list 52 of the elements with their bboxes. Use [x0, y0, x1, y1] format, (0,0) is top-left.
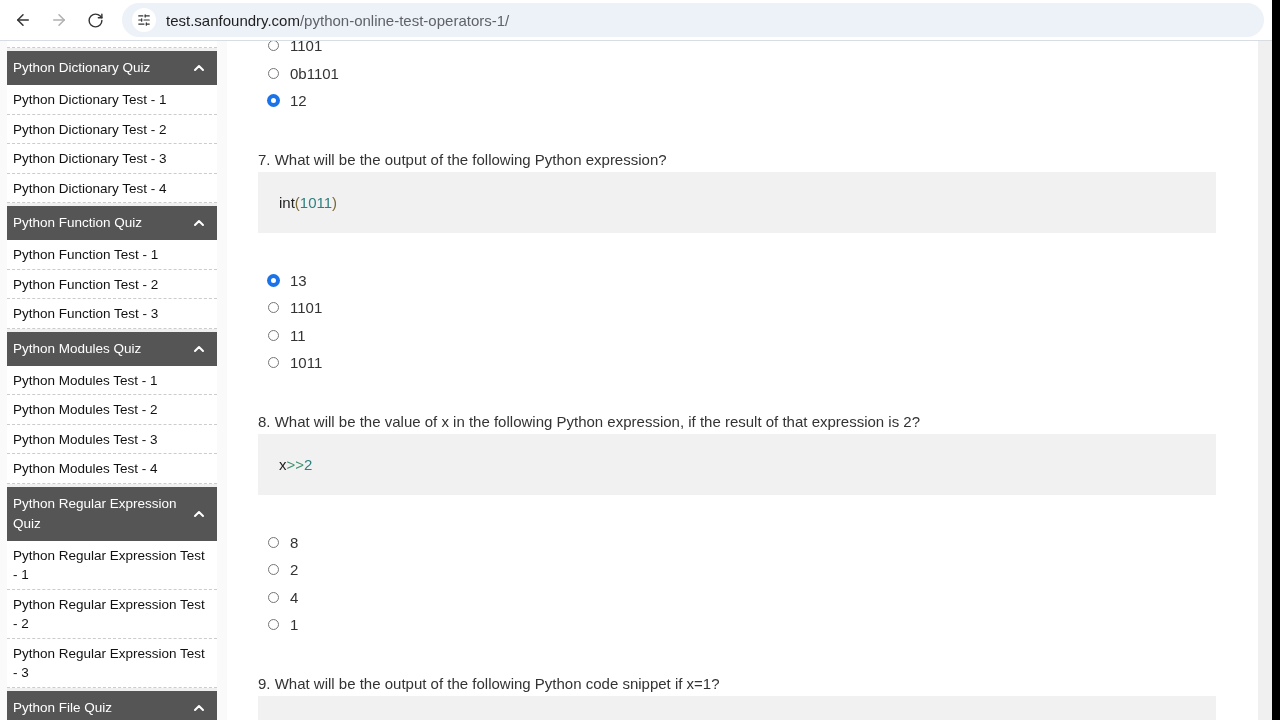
question-text: 9. What will be the output of the following Python code snippet if x=1? — [258, 673, 721, 694]
code-text: int(1011) — [279, 193, 338, 211]
site-settings-button[interactable] — [132, 8, 156, 32]
radio-button[interactable] — [268, 302, 279, 314]
sidebar-item[interactable]: Python Dictionary Test - 3 — [7, 144, 217, 174]
radio-button[interactable] — [268, 95, 279, 107]
url-text: test.sanfoundry.com/python-online-test-operators-1/ — [166, 11, 510, 29]
radio-button[interactable] — [268, 329, 279, 341]
answer-option[interactable]: 1011 — [268, 352, 1206, 374]
sidebar-item[interactable]: Python Modules Test - 3 — [7, 424, 217, 454]
reload-icon — [86, 11, 104, 29]
radio-button[interactable] — [268, 619, 279, 631]
answer-option[interactable]: 4 — [268, 586, 1206, 608]
address-bar[interactable]: test.sanfoundry.com/python-online-test-operators-1/ — [122, 3, 1264, 37]
radio-button[interactable] — [268, 274, 279, 286]
sidebar-item[interactable]: Python Regular Expression Test - 2 — [7, 589, 217, 639]
answer-option[interactable]: 1101 — [268, 297, 1206, 319]
radio-button[interactable] — [268, 564, 279, 576]
forward-arrow-icon — [50, 11, 68, 29]
sidebar-item[interactable]: Python Regular Expression Test - 1 — [7, 540, 217, 590]
answer-option[interactable]: 12 — [268, 90, 1206, 112]
answer-option[interactable]: 1 — [268, 614, 1206, 636]
sidebar-group-header[interactable]: Python Function Quiz — [7, 206, 217, 240]
answer-option[interactable]: 8 — [268, 531, 1206, 553]
radio-button[interactable] — [268, 41, 279, 52]
sidebar-item[interactable]: Python Modules Test - 4 — [7, 454, 217, 484]
code-text: x>>2 — [279, 455, 313, 473]
answer-option[interactable]: 1101 — [268, 41, 1206, 57]
sidebar-group-header[interactable]: Python Regular Expression Quiz — [7, 486, 217, 541]
sidebar-group-header[interactable]: Python Modules Quiz — [7, 331, 217, 366]
sidebar-item[interactable]: Python Function Test - 3 — [7, 299, 217, 329]
question-text: 8. What will be the value of x in the following Python expression, if the result of that expression is 2? — [258, 411, 922, 432]
sidebar-group-header[interactable]: Python Dictionary Quiz — [7, 51, 217, 85]
sidebar-item[interactable]: Python Function Test - 1 — [7, 240, 217, 270]
answer-option[interactable]: 11 — [268, 324, 1206, 346]
sidebar-item[interactable]: Python Dictionary Test - 2 — [7, 114, 217, 144]
sidebar-item[interactable]: Python Function Test - 2 — [7, 269, 217, 299]
answer-option[interactable]: 0b1101 — [268, 62, 1206, 84]
answer-option[interactable]: 13 — [268, 269, 1206, 291]
question-text: 7. What will be the output of the following Python expression? — [258, 149, 668, 170]
radio-button[interactable] — [268, 67, 279, 79]
sidebar-item[interactable]: Python Dictionary Test - 4 — [7, 173, 217, 203]
sliders-icon — [137, 13, 151, 27]
radio-button[interactable] — [268, 357, 279, 369]
answer-option[interactable]: 2 — [268, 559, 1206, 581]
sidebar-item[interactable]: Python Modules Test - 2 — [7, 395, 217, 425]
radio-button[interactable] — [268, 591, 279, 603]
sidebar-item[interactable]: Python Dictionary Test - 1 — [7, 85, 217, 115]
sidebar-item[interactable]: Python Modules Test - 1 — [7, 365, 217, 395]
sidebar-group-header[interactable]: Python File Quiz — [7, 690, 217, 720]
radio-button[interactable] — [268, 536, 279, 548]
sidebar-item[interactable]: Python Regular Expression Test - 3 — [7, 638, 217, 688]
